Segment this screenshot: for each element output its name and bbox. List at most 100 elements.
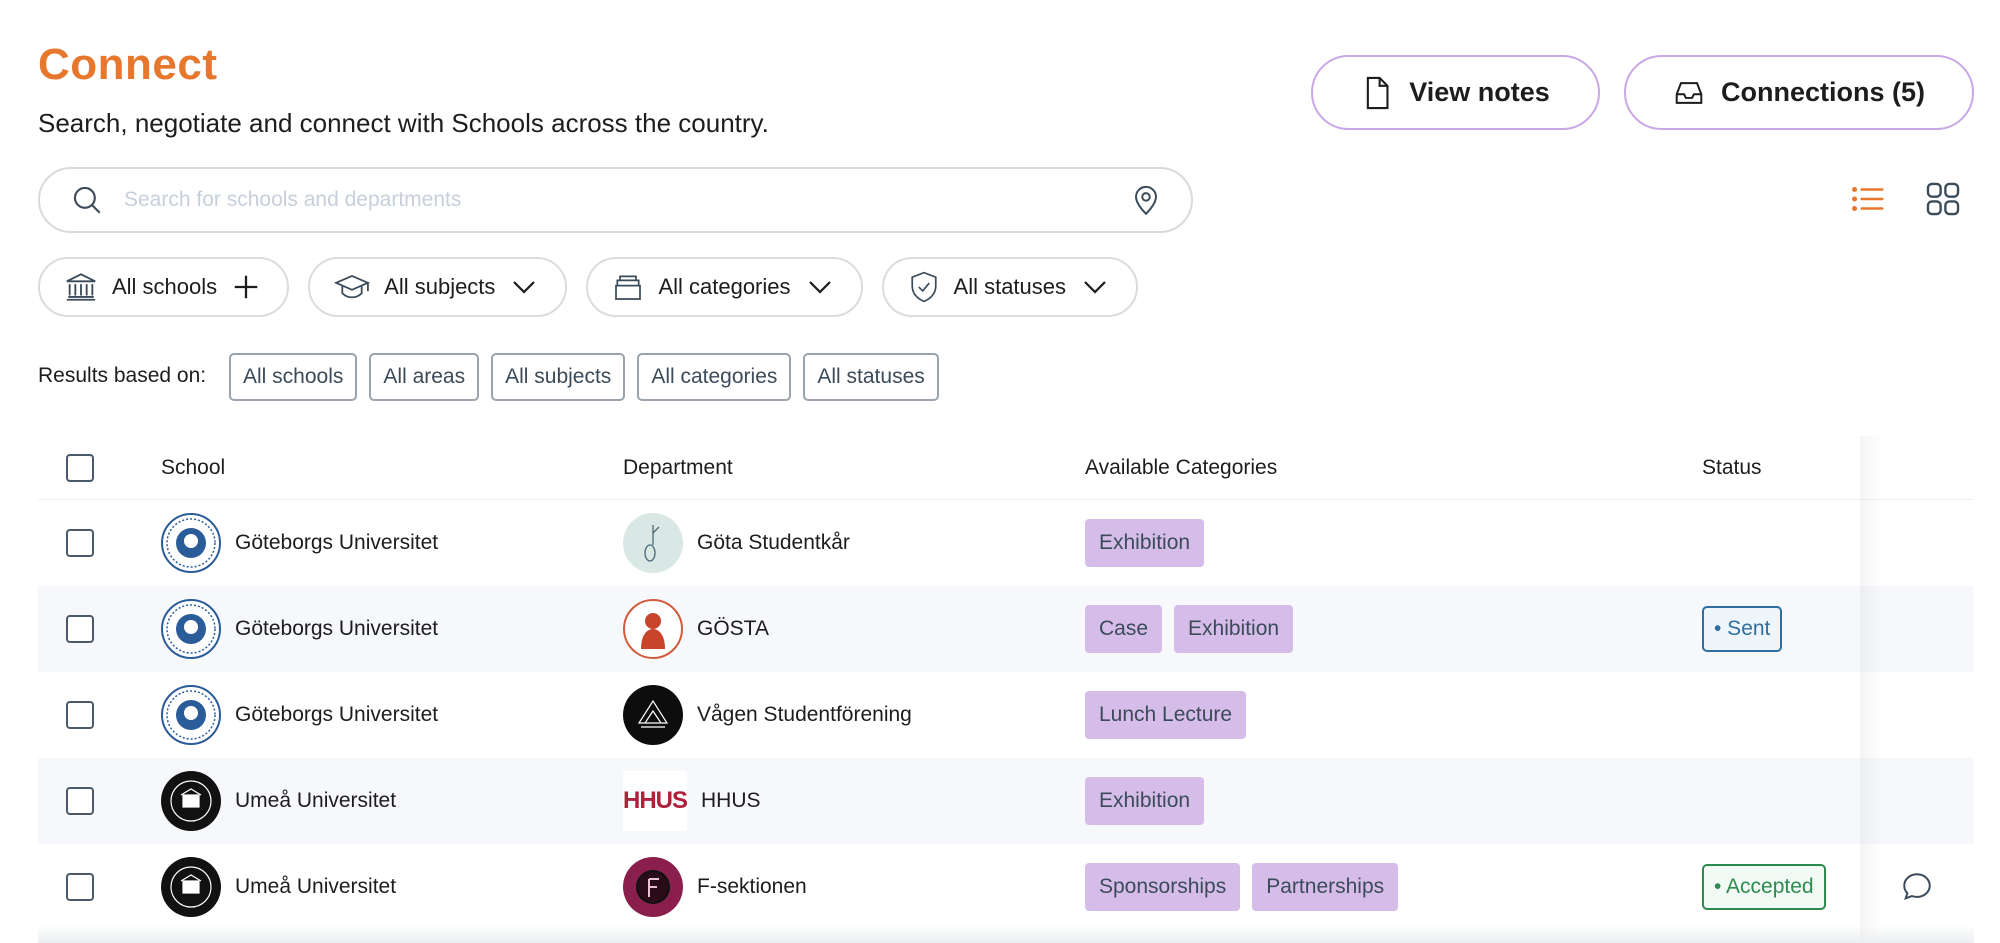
page-subtitle: Search, negotiate and connect with Schoo… — [38, 108, 769, 138]
categories-cell: Exhibition — [1085, 758, 1205, 844]
column-status[interactable]: Status — [1702, 456, 1762, 480]
row-checkbox[interactable] — [66, 701, 94, 729]
school-logo — [161, 685, 221, 745]
shield-check-icon — [910, 271, 937, 303]
status-badge: • Accepted — [1702, 864, 1826, 910]
schools-table: School Department Available Categories S… — [38, 436, 1974, 930]
department-logo — [623, 685, 683, 745]
table-row[interactable]: Göteborgs Universitet Göta Studentkår Ex… — [38, 500, 1974, 586]
results-chips: All schools All areas All subjects All c… — [229, 353, 939, 401]
chip-all-subjects[interactable]: All subjects — [491, 353, 626, 401]
row-checkbox[interactable] — [66, 529, 94, 557]
category-tag: Exhibition — [1174, 605, 1294, 653]
filter-categories[interactable]: All categories — [586, 257, 863, 317]
department-cell: Vågen Studentförening — [623, 672, 912, 758]
department-cell: F-sektionen — [623, 844, 807, 930]
category-tag: Case — [1085, 605, 1163, 653]
chip-all-statuses[interactable]: All statuses — [803, 353, 939, 401]
school-cell: Göteborgs Universitet — [161, 672, 438, 758]
inbox-icon — [1675, 81, 1703, 104]
school-name: Göteborgs Universitet — [235, 617, 439, 640]
school-logo — [161, 513, 221, 573]
chevron-down-icon — [513, 281, 536, 294]
chevron-down-icon — [1084, 281, 1106, 294]
page-title: Connect — [38, 40, 218, 89]
department-name: HHUS — [701, 789, 761, 812]
category-tag: Partnerships — [1252, 863, 1399, 911]
category-tag: Exhibition — [1085, 777, 1205, 825]
view-notes-button[interactable]: View notes — [1311, 55, 1600, 130]
department-name: Göta Studentkår — [697, 531, 850, 554]
location-pin-icon[interactable] — [1131, 183, 1161, 217]
category-tag: Exhibition — [1085, 519, 1205, 567]
categories-cell: Case Exhibition — [1085, 586, 1294, 672]
school-name: Umeå Universitet — [235, 875, 397, 898]
status-badge: • Sent — [1702, 606, 1783, 652]
search-bar — [38, 167, 1193, 233]
graduation-cap-icon — [334, 274, 371, 299]
column-department[interactable]: Department — [623, 456, 733, 480]
connections-label: Connections (5) — [1720, 77, 1925, 107]
department-cell: Göta Studentkår — [623, 500, 850, 586]
school-name: Göteborgs Universitet — [235, 531, 439, 554]
scroll-fade — [38, 925, 1974, 943]
chip-all-schools[interactable]: All schools — [229, 353, 358, 401]
grid-icon[interactable] — [1924, 180, 1962, 218]
school-logo — [161, 599, 221, 659]
archive-box-icon — [615, 275, 642, 300]
filter-schools-label: All schools — [112, 274, 218, 299]
department-logo — [623, 857, 683, 917]
filter-subjects-label: All subjects — [384, 274, 496, 299]
table-row[interactable]: Göteborgs Universitet GÖSTA Case Exhibit… — [38, 586, 1974, 672]
search-input[interactable] — [124, 188, 1131, 212]
column-categories[interactable]: Available Categories — [1085, 456, 1277, 480]
department-name: GÖSTA — [697, 617, 769, 640]
row-checkbox[interactable] — [66, 787, 94, 815]
department-name: Vågen Studentförening — [697, 703, 912, 726]
filter-subjects[interactable]: All subjects — [308, 257, 568, 317]
filter-schools[interactable]: All schools — [38, 257, 290, 317]
status-cell: • Accepted — [1702, 844, 1826, 930]
table-header: School Department Available Categories S… — [38, 436, 1974, 500]
school-cell: Göteborgs Universitet — [161, 586, 438, 672]
school-cell: Umeå Universitet — [161, 758, 396, 844]
action-cell — [1900, 844, 1934, 930]
plus-icon — [234, 275, 258, 299]
chip-all-categories[interactable]: All categories — [637, 353, 792, 401]
row-checkbox[interactable] — [66, 615, 94, 643]
filter-statuses[interactable]: All statuses — [881, 257, 1139, 317]
school-cell: Umeå Universitet — [161, 844, 396, 930]
view-notes-label: View notes — [1409, 77, 1550, 107]
chevron-down-icon — [808, 281, 831, 294]
school-logo — [161, 857, 221, 917]
chip-all-areas[interactable]: All areas — [369, 353, 480, 401]
list-icon[interactable] — [1849, 180, 1887, 218]
school-cell: Göteborgs Universitet — [161, 500, 438, 586]
department-logo — [623, 513, 683, 573]
results-label: Results based on: — [38, 364, 207, 387]
connections-button[interactable]: Connections (5) — [1624, 55, 1974, 130]
school-logo — [161, 771, 221, 831]
category-tag: Sponsorships — [1085, 863, 1241, 911]
row-checkbox[interactable] — [66, 873, 94, 901]
table-row[interactable]: Göteborgs Universitet Vågen Studentfören… — [38, 672, 1974, 758]
search-icon — [73, 186, 101, 214]
department-cell: HHUS HHUS — [623, 758, 761, 844]
school-name: Göteborgs Universitet — [235, 703, 439, 726]
table-row[interactable]: Umeå Universitet HHUS HHUS Exhibition — [38, 758, 1974, 844]
department-logo — [623, 599, 683, 659]
category-tag: Lunch Lecture — [1085, 691, 1247, 739]
department-name: F-sektionen — [697, 875, 807, 898]
filter-statuses-label: All statuses — [953, 274, 1067, 299]
department-cell: GÖSTA — [623, 586, 769, 672]
status-cell: • Sent — [1702, 586, 1783, 672]
column-school[interactable]: School — [161, 456, 225, 480]
filter-categories-label: All categories — [658, 274, 791, 299]
document-icon — [1367, 76, 1389, 109]
categories-cell: Exhibition — [1085, 500, 1205, 586]
chat-bubble-icon[interactable] — [1900, 870, 1934, 904]
table-row[interactable]: Umeå Universitet F-sektionen Sponsorship… — [38, 844, 1974, 930]
bank-icon — [66, 273, 96, 301]
select-all-checkbox[interactable] — [66, 454, 94, 482]
department-logo: HHUS — [623, 771, 687, 831]
